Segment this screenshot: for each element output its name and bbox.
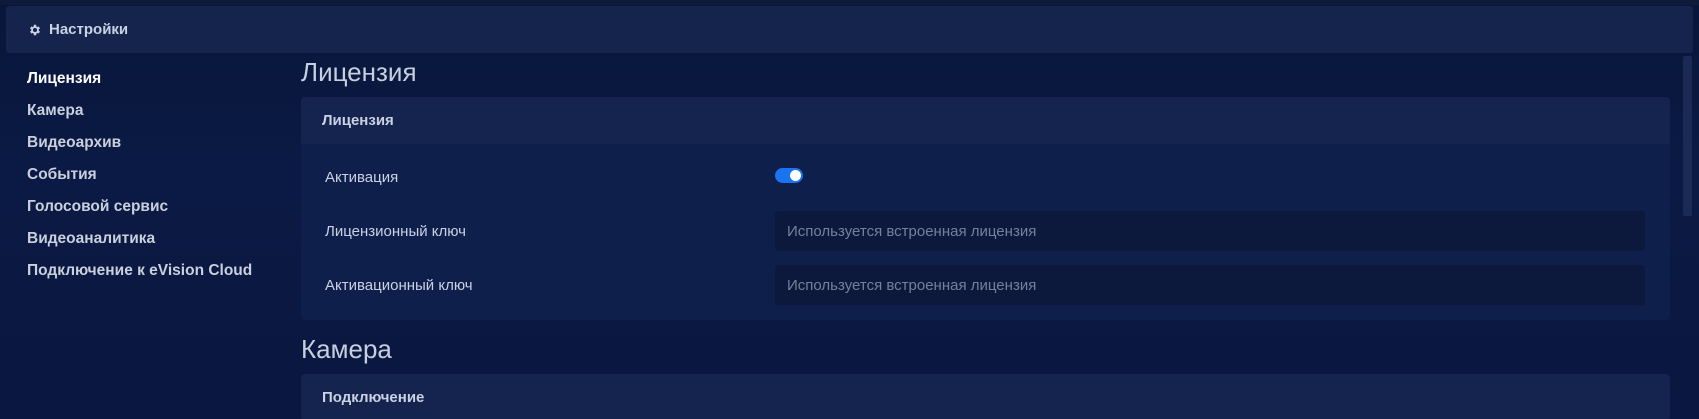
settings-main: Лицензия Лицензия Активация Лицензионный…	[301, 53, 1671, 419]
sidebar-item-evision-cloud[interactable]: Подключение к eVision Cloud	[27, 258, 287, 290]
activation-key-label: Активационный ключ	[325, 276, 473, 294]
license-key-input[interactable]	[775, 211, 1645, 251]
camera-section-title: Камера	[301, 334, 392, 364]
sidebar-item-voice-service[interactable]: Голосовой сервис	[27, 194, 287, 226]
license-section-title: Лицензия	[301, 57, 417, 87]
activation-label: Активация	[325, 168, 399, 186]
license-card-body: Активация Лицензионный ключ Активационны…	[301, 144, 1670, 320]
gear-icon	[27, 22, 43, 38]
license-key-label: Лицензионный ключ	[325, 222, 466, 240]
settings-header: Настройки	[6, 6, 1693, 53]
toggle-knob	[790, 169, 801, 181]
license-card: Лицензия Активация Лицензионный ключ Исп…	[301, 97, 1670, 320]
settings-sidebar: Лицензия Камера Видеоархив События Голос…	[27, 66, 287, 290]
sidebar-item-license[interactable]: Лицензия	[27, 66, 287, 98]
license-key-row: Лицензионный ключ	[301, 204, 1670, 258]
sidebar-item-video-analytics[interactable]: Видеоаналитика	[27, 226, 287, 258]
activation-key-row: Активационный ключ	[301, 258, 1670, 312]
page-title: Настройки	[49, 21, 129, 38]
top-strip	[0, 0, 1699, 5]
sidebar-item-events[interactable]: События	[27, 162, 287, 194]
activation-key-input[interactable]	[775, 265, 1645, 305]
license-card-header: Лицензия	[301, 97, 1670, 144]
sidebar-item-video-archive[interactable]: Видеоархив	[27, 130, 287, 162]
camera-card: Подключение	[301, 374, 1670, 419]
sidebar-item-camera[interactable]: Камера	[27, 98, 287, 130]
camera-card-header: Подключение	[301, 374, 1670, 419]
activation-row: Активация	[301, 150, 1670, 204]
activation-toggle[interactable]	[775, 167, 803, 183]
scrollbar[interactable]	[1683, 56, 1692, 216]
settings-page: Настройки Лицензия Камера Видеоархив Соб…	[0, 0, 1699, 419]
